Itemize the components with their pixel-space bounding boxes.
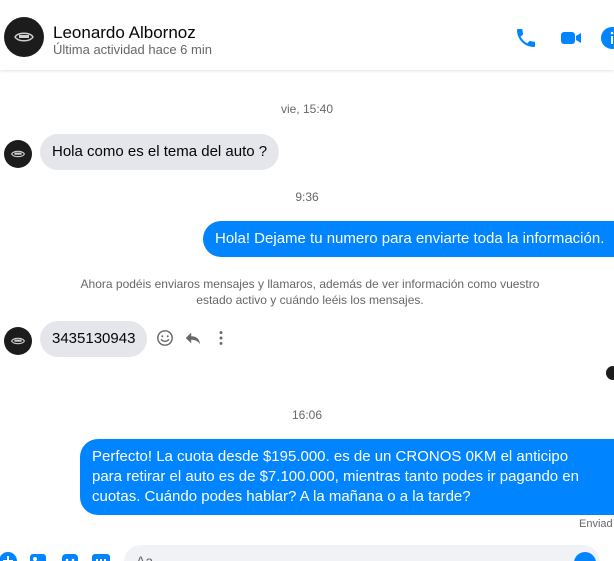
emoji-icon[interactable]	[156, 329, 174, 347]
avatar-logo-icon	[14, 32, 34, 42]
gif-icon[interactable]	[91, 551, 111, 561]
plus-icon[interactable]	[0, 551, 18, 561]
avatar-logo-icon	[10, 337, 26, 345]
info-icon[interactable]	[600, 26, 614, 50]
timestamp: 9:36	[295, 190, 319, 204]
message-actions	[156, 328, 230, 348]
message-composer: Aa	[0, 541, 614, 561]
image-icon[interactable]	[28, 551, 48, 561]
conversation-header: Leonardo Albornoz Última actividad hace …	[0, 0, 614, 70]
sticker-icon[interactable]	[60, 551, 80, 561]
contact-name[interactable]: Leonardo Albornoz	[53, 23, 196, 43]
incoming-message[interactable]: 3435130943	[40, 321, 148, 357]
message-input[interactable]: Aa	[124, 545, 600, 561]
contact-avatar[interactable]	[4, 17, 44, 57]
video-camera-icon[interactable]	[559, 26, 583, 50]
privacy-notice: Ahora podéis enviaros mensajes y llamaro…	[80, 277, 540, 307]
phone-icon[interactable]	[514, 26, 538, 50]
outgoing-message[interactable]: Perfecto! La cuota desde $195.000. es de…	[80, 439, 614, 515]
contact-avatar-small[interactable]	[4, 327, 32, 355]
timestamp: vie, 15:40	[280, 102, 334, 116]
sent-status: Enviad	[579, 518, 613, 530]
timestamp: 16:06	[291, 408, 323, 422]
avatar-logo-icon	[10, 150, 26, 158]
contact-avatar-small[interactable]	[4, 140, 32, 168]
seen-avatar	[606, 366, 614, 380]
reply-icon[interactable]	[184, 329, 202, 347]
incoming-message[interactable]: Hola como es el tema del auto ?	[40, 134, 280, 170]
contact-status: Última actividad hace 6 min	[53, 42, 212, 57]
more-options-icon[interactable]	[212, 329, 230, 347]
outgoing-message[interactable]: Hola! Dejame tu numero para enviarte tod…	[203, 221, 614, 257]
